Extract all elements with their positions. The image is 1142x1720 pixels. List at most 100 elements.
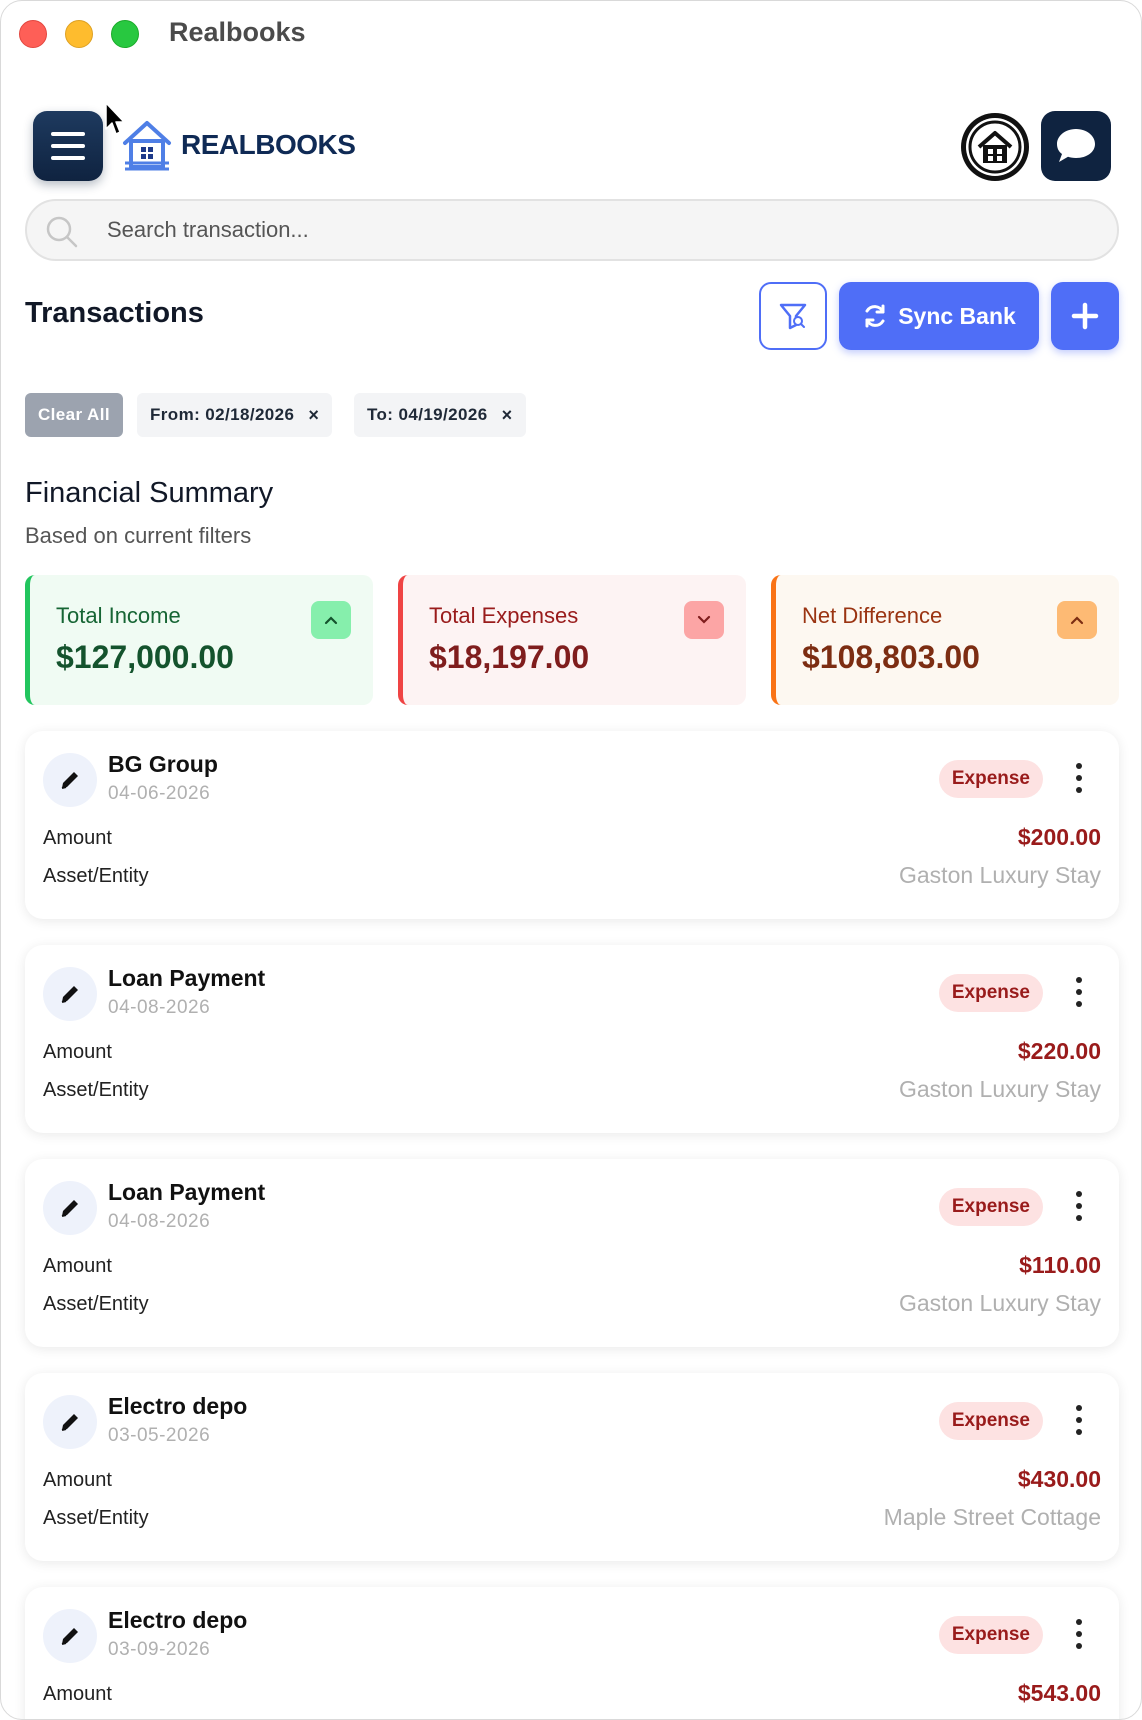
amount-label: Amount [43,1683,112,1705]
chat-button[interactable] [1041,111,1111,181]
search-icon [46,216,78,248]
transaction-date: 03-09-2026 [108,1639,211,1660]
minimize-window-button[interactable] [65,20,93,48]
total-expenses-value: $18,197.00 [429,639,590,675]
app-logo[interactable]: REALBOOKS [119,117,356,173]
company-seal-icon[interactable] [959,111,1031,183]
entity-value: Maple Street Cottage [883,1504,1101,1530]
sync-icon [865,304,885,328]
title-bar: Realbooks [1,1,1141,67]
transaction-name: BG Group [108,751,218,777]
menu-bar-icon [51,132,85,136]
edit-transaction-button[interactable] [43,753,97,807]
financial-summary-subtitle: Based on current filters [25,523,252,548]
entity-value: Gaston Luxury Stay [899,1076,1101,1102]
sync-bank-label: Sync Bank [898,302,1016,329]
app-window: Realbooks REALBOOKS Search transaction..… [0,0,1142,1720]
transaction-name: Loan Payment [108,965,266,991]
entity-label: Asset/Entity [43,1079,149,1101]
net-difference-value: $108,803.00 [802,639,980,675]
net-difference-card: Net Difference $108,803.00 [771,575,1119,705]
transaction-card[interactable]: Loan Payment 04-08-2026 Expense Amount $… [25,945,1119,1133]
transaction-type-badge: Expense [938,1616,1043,1654]
total-expenses-label: Total Expenses [429,603,579,628]
menu-bar-icon [51,144,85,148]
entity-label: Asset/Entity [43,1293,149,1315]
transaction-date: 03-05-2026 [108,1425,211,1446]
entity-value: Gaston Luxury Stay [899,1290,1101,1316]
total-expenses-card: Total Expenses $18,197.00 [398,575,746,705]
transaction-card[interactable]: Loan Payment 04-08-2026 Expense Amount $… [25,1159,1119,1347]
transaction-date: 04-08-2026 [108,1211,211,1232]
transaction-name: Loan Payment [108,1179,266,1205]
amount-label: Amount [43,1255,112,1277]
pencil-icon [61,986,78,1003]
total-income-label: Total Income [56,603,181,628]
amount-label: Amount [43,827,112,849]
transaction-type-badge: Expense [938,760,1043,798]
from-date-chip[interactable]: From: 02/18/2026 × [137,393,333,437]
from-date-label: From: 02/18/2026 [150,405,295,424]
mouse-pointer-icon [105,102,125,135]
chevron-down-icon [684,601,724,639]
transaction-type-badge: Expense [938,1188,1043,1226]
amount-value: $220.00 [1017,1038,1101,1064]
entity-label: Asset/Entity [43,1507,149,1529]
transaction-card[interactable]: Electro depo 03-05-2026 Expense Amount $… [25,1373,1119,1561]
pencil-icon [61,1200,78,1217]
total-income-value: $127,000.00 [56,639,234,675]
search-bar [25,199,1119,261]
hamburger-menu-button[interactable] [33,111,103,181]
plus-icon [1071,302,1099,330]
more-options-icon[interactable] [1075,977,1083,1007]
transaction-name: Electro depo [108,1393,248,1419]
transaction-type-badge: Expense [938,974,1043,1012]
total-income-card: Total Income $127,000.00 [25,575,373,705]
amount-label: Amount [43,1041,112,1063]
maximize-window-button[interactable] [111,20,139,48]
transaction-card[interactable]: BG Group 04-06-2026 Expense Amount $200.… [25,731,1119,919]
clear-all-label: Clear All [38,405,110,424]
search-input[interactable] [107,211,1087,249]
sync-bank-button[interactable]: Sync Bank [839,282,1039,350]
amount-value: $200.00 [1017,824,1101,850]
amount-value: $543.00 [1017,1680,1101,1706]
transaction-type-badge: Expense [938,1402,1043,1440]
amount-value: $430.00 [1017,1466,1101,1492]
window-title: Realbooks [169,17,306,47]
edit-transaction-button[interactable] [43,1609,97,1663]
amount-label: Amount [43,1469,112,1491]
entity-value: Gaston Luxury Stay [899,862,1101,888]
edit-transaction-button[interactable] [43,967,97,1021]
page-title: Transactions [25,297,204,329]
remove-from-date-icon[interactable]: × [308,405,319,426]
edit-transaction-button[interactable] [43,1395,97,1449]
pencil-icon [61,1628,78,1645]
to-date-chip[interactable]: To: 04/19/2026 × [354,393,526,437]
to-date-label: To: 04/19/2026 [367,405,488,424]
chat-bubble-icon [1057,129,1095,162]
more-options-icon[interactable] [1075,1619,1083,1649]
menu-bar-icon [51,156,85,160]
more-options-icon[interactable] [1075,1191,1083,1221]
transaction-date: 04-08-2026 [108,997,211,1018]
edit-transaction-button[interactable] [43,1181,97,1235]
close-window-button[interactable] [19,20,47,48]
pencil-icon [61,1414,78,1431]
filter-search-icon [779,303,807,330]
financial-summary-title: Financial Summary [25,477,274,509]
clear-all-filters-button[interactable]: Clear All [25,393,123,437]
add-transaction-button[interactable] [1051,282,1119,350]
transaction-card[interactable]: Electro depo 03-09-2026 Expense Amount $… [25,1587,1119,1719]
transaction-date: 04-06-2026 [108,783,211,804]
net-difference-label: Net Difference [802,603,943,628]
pencil-icon [61,772,78,789]
chevron-up-icon [1057,601,1097,639]
more-options-icon[interactable] [1075,1405,1083,1435]
filter-button[interactable] [759,282,827,350]
remove-to-date-icon[interactable]: × [502,405,513,426]
entity-label: Asset/Entity [43,865,149,887]
logo-text: REALBOOKS [181,129,356,160]
more-options-icon[interactable] [1075,763,1083,793]
amount-value: $110.00 [1019,1252,1101,1278]
